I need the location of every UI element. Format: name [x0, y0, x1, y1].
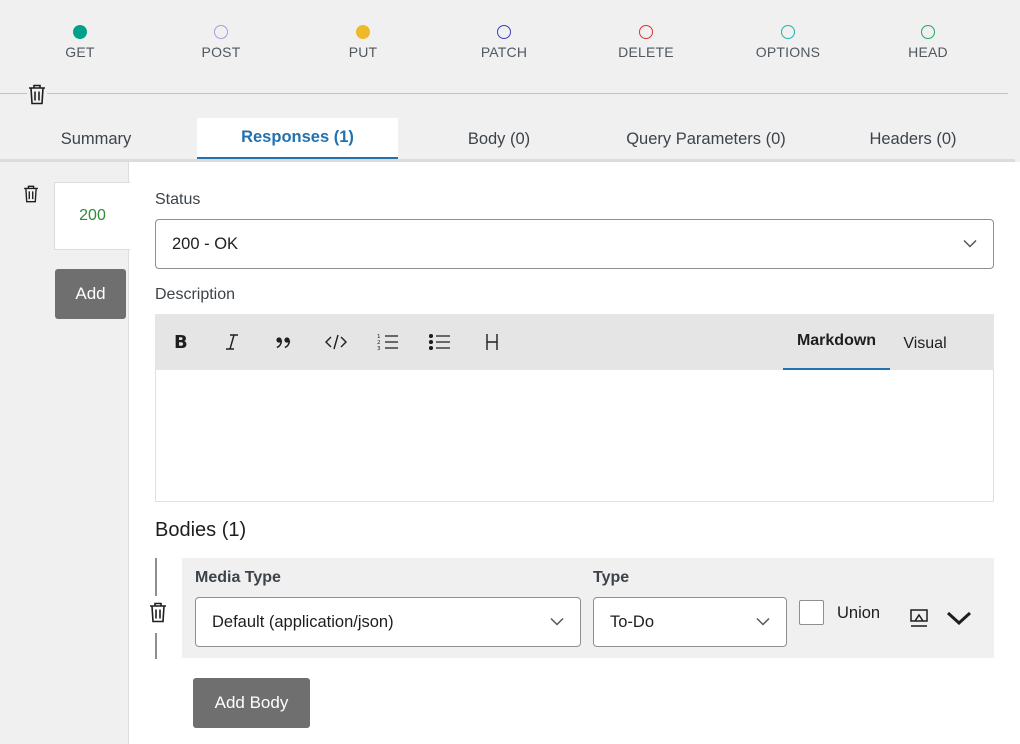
response-code-label: 200 [79, 207, 106, 224]
method-patch-indicator [497, 25, 511, 39]
method-head[interactable]: HEAD [889, 18, 967, 68]
method-patch[interactable]: PATCH [465, 18, 543, 68]
tab-summary[interactable]: Summary [44, 118, 148, 160]
union-label: Union [837, 604, 881, 622]
method-put[interactable]: PUT [324, 18, 402, 68]
trash-icon [29, 84, 45, 104]
status-select[interactable]: 200 - OK [155, 219, 994, 269]
union-checkbox[interactable] [799, 600, 824, 625]
add-body-button[interactable]: Add Body [193, 678, 310, 728]
status-select-value: 200 - OK [172, 234, 239, 253]
method-get-indicator [73, 25, 87, 39]
chevron-down-icon [550, 617, 564, 626]
body-group-line [155, 558, 157, 596]
method-post[interactable]: POST [182, 18, 260, 68]
visual-mode-tab[interactable]: Visual [890, 318, 960, 370]
unordered-list-button[interactable] [426, 328, 454, 356]
heading-icon [486, 334, 498, 350]
heading-button[interactable] [478, 328, 506, 356]
method-delete-indicator [639, 25, 653, 39]
method-options[interactable]: OPTIONS [748, 18, 828, 68]
type-select[interactable]: To-Do [593, 597, 787, 647]
italic-button[interactable] [218, 328, 246, 356]
method-put-label: PUT [348, 44, 378, 60]
endpoint-tabs: Summary Responses (1) Body (0) Query Par… [0, 118, 1015, 160]
italic-icon [226, 334, 238, 350]
svg-text:B: B [174, 333, 187, 351]
method-options-indicator [781, 25, 795, 39]
quote-icon [276, 337, 291, 349]
markdown-toolbar: B 123 Markdown Visual [155, 314, 994, 370]
http-method-selector: GET POST PUT PATCH DELETE OPTIONS HEAD [0, 0, 1020, 92]
code-icon [325, 334, 347, 350]
description-editor[interactable] [155, 370, 994, 502]
section-divider [0, 93, 1008, 94]
bold-button[interactable]: B [166, 328, 194, 356]
tab-responses[interactable]: Responses (1) [197, 118, 398, 160]
chevron-down-icon [756, 617, 770, 626]
response-code-tab[interactable]: 200 [54, 182, 130, 250]
method-head-indicator [921, 25, 935, 39]
method-head-label: HEAD [908, 44, 948, 60]
media-type-select[interactable]: Default (application/json) [195, 597, 581, 647]
method-options-label: OPTIONS [755, 44, 821, 60]
tab-headers[interactable]: Headers (0) [851, 118, 975, 160]
description-label: Description [155, 286, 236, 303]
method-delete-label: DELETE [618, 44, 674, 60]
media-type-value: Default (application/json) [212, 612, 394, 631]
svg-text:3: 3 [377, 346, 381, 351]
response-panel: Status 200 - OK Description B 123 Markdo… [128, 162, 1020, 744]
expand-body-button[interactable] [944, 608, 974, 628]
type-label: Type [593, 569, 630, 586]
bodies-title: Bodies (1) [155, 519, 247, 541]
unordered-list-icon [429, 333, 450, 351]
delete-response-button[interactable] [23, 185, 39, 208]
type-value: To-Do [610, 612, 655, 631]
method-patch-label: PATCH [480, 44, 528, 60]
code-button[interactable] [322, 328, 350, 356]
method-post-label: POST [201, 44, 241, 60]
method-delete[interactable]: DELETE [607, 18, 685, 68]
preview-icon [910, 609, 928, 627]
body-row: Media Type Default (application/json) Ty… [182, 558, 994, 658]
media-type-label: Media Type [195, 569, 281, 586]
add-response-button[interactable]: Add [55, 269, 126, 319]
trash-icon [150, 602, 166, 623]
method-post-indicator [214, 25, 228, 39]
markdown-mode-tab[interactable]: Markdown [783, 314, 890, 370]
tab-body[interactable]: Body (0) [448, 118, 550, 160]
chevron-down-icon [946, 611, 972, 625]
method-get-label: GET [65, 44, 95, 60]
method-put-indicator [356, 25, 370, 39]
tab-query-parameters[interactable]: Query Parameters (0) [605, 118, 807, 160]
schema-preview-button[interactable] [908, 607, 930, 629]
ordered-list-button[interactable]: 123 [374, 328, 402, 356]
ordered-list-icon: 123 [377, 334, 398, 351]
chevron-down-icon [963, 239, 977, 248]
trash-icon [24, 185, 38, 203]
method-get[interactable]: GET [41, 18, 119, 68]
bold-icon: B [174, 333, 187, 351]
delete-body-button[interactable] [149, 602, 167, 628]
quote-button[interactable] [270, 328, 298, 356]
status-label: Status [155, 191, 201, 208]
delete-endpoint-button[interactable] [27, 83, 47, 105]
body-group-line [155, 633, 157, 659]
